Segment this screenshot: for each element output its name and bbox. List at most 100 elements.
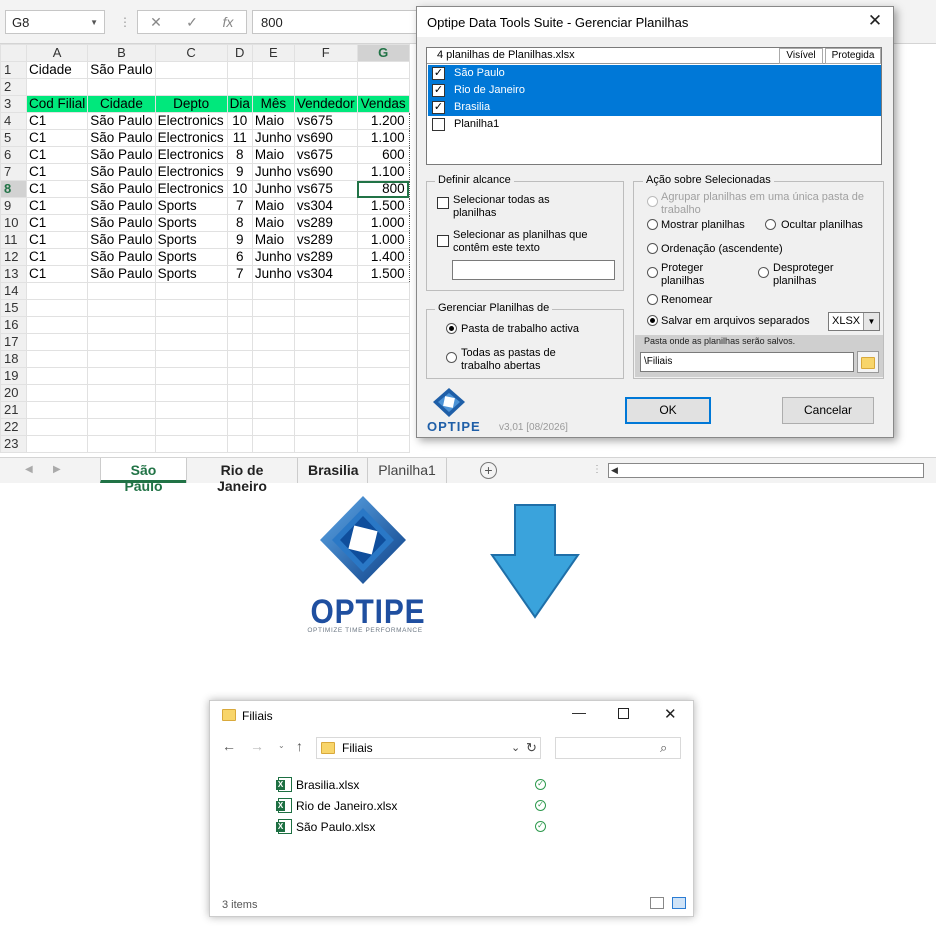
show-sheets-radio[interactable]: [647, 219, 658, 230]
formula-input[interactable]: 800: [252, 10, 422, 34]
grid-cell[interactable]: [226, 350, 253, 368]
grid-cell[interactable]: 10: [226, 180, 253, 198]
grid-cell[interactable]: São Paulo: [87, 129, 156, 147]
grid-cell[interactable]: Maio: [251, 231, 295, 249]
grid-cell[interactable]: [293, 333, 358, 351]
grid-cell[interactable]: [356, 299, 410, 317]
grid-cell[interactable]: [87, 401, 156, 419]
grid-cell[interactable]: [154, 350, 228, 368]
grid-cell[interactable]: São Paulo: [87, 163, 156, 181]
grid-cell[interactable]: 1.000: [356, 214, 410, 232]
grid-cell[interactable]: C1: [25, 146, 89, 164]
grid-cell[interactable]: Vendas: [356, 95, 410, 113]
grid-cell[interactable]: [226, 316, 253, 334]
grid-cell[interactable]: [356, 401, 410, 419]
grid-cell[interactable]: Dia: [226, 95, 253, 113]
forward-icon[interactable]: →: [250, 738, 264, 754]
grid-cell[interactable]: São Paulo: [87, 112, 156, 130]
grid-cell[interactable]: [293, 282, 358, 300]
row-header[interactable]: 23: [0, 435, 27, 453]
grid-cell[interactable]: [293, 299, 358, 317]
protect-radio[interactable]: [647, 267, 658, 278]
grid-cell[interactable]: [356, 333, 410, 351]
grid-cell[interactable]: Electronics: [154, 129, 228, 147]
chevron-down-icon[interactable]: ▼: [863, 313, 879, 330]
filter-text-input[interactable]: [452, 260, 615, 280]
row-header[interactable]: 10: [0, 214, 27, 232]
grid-cell[interactable]: [87, 418, 156, 436]
all-workbooks-radio[interactable]: [446, 352, 457, 363]
row-header[interactable]: 5: [0, 129, 27, 147]
grid-cell[interactable]: [356, 61, 410, 79]
minimize-icon[interactable]: —: [572, 704, 586, 720]
grid-cell[interactable]: [251, 350, 295, 368]
grid-cell[interactable]: [226, 282, 253, 300]
browse-folder-icon[interactable]: [857, 351, 879, 373]
grid-cell[interactable]: Cod Filial: [25, 95, 89, 113]
grid-cell[interactable]: [154, 78, 228, 96]
grid-cell[interactable]: [226, 333, 253, 351]
grid-cell[interactable]: [251, 61, 295, 79]
grid-cell[interactable]: C1: [25, 112, 89, 130]
grid-cell[interactable]: Vendedor: [293, 95, 358, 113]
grid-cell[interactable]: [87, 282, 156, 300]
grid-cell[interactable]: vs690: [293, 129, 358, 147]
grid-cell[interactable]: [226, 299, 253, 317]
grid-cell[interactable]: vs289: [293, 248, 358, 266]
grid-cell[interactable]: [251, 401, 295, 419]
grid-cell[interactable]: [251, 333, 295, 351]
grid-cell[interactable]: [25, 384, 89, 402]
add-sheet-icon[interactable]: +: [480, 462, 497, 479]
row-header[interactable]: 19: [0, 367, 27, 385]
grid-cell[interactable]: Junho: [251, 248, 295, 266]
grid-cell[interactable]: Cidade: [87, 95, 156, 113]
grid-cell[interactable]: [25, 78, 89, 96]
save-separate-radio[interactable]: [647, 315, 658, 326]
grid-cell[interactable]: 10: [226, 112, 253, 130]
grid-cell[interactable]: [293, 350, 358, 368]
grid-cell[interactable]: [25, 316, 89, 334]
grid-cell[interactable]: [226, 384, 253, 402]
grid-cell[interactable]: Mês: [251, 95, 295, 113]
active-workbook-radio[interactable]: [446, 323, 457, 334]
column-protected[interactable]: Protegida: [825, 48, 881, 64]
tab-prev-icon[interactable]: ◀: [25, 464, 33, 475]
grid-cell[interactable]: 800: [356, 180, 410, 198]
up-icon[interactable]: ↑: [296, 738, 303, 754]
row-header[interactable]: 17: [0, 333, 27, 351]
grid-cell[interactable]: [356, 78, 410, 96]
grid-cell[interactable]: 6: [226, 248, 253, 266]
grid-cell[interactable]: [154, 384, 228, 402]
row-header[interactable]: 6: [0, 146, 27, 164]
grid-cell[interactable]: [226, 435, 253, 453]
file-name[interactable]: Brasilia.xlsx: [296, 778, 359, 792]
grid-cell[interactable]: São Paulo: [87, 61, 156, 79]
grid-cell[interactable]: [154, 367, 228, 385]
grid-cell[interactable]: São Paulo: [87, 197, 156, 215]
grid-cell[interactable]: 600: [356, 146, 410, 164]
recent-chevron-icon[interactable]: ⌄: [278, 741, 285, 750]
grid-cell[interactable]: Junho: [251, 180, 295, 198]
grid-cell[interactable]: [356, 350, 410, 368]
grid-cell[interactable]: [25, 367, 89, 385]
row-header[interactable]: 15: [0, 299, 27, 317]
grid-cell[interactable]: C1: [25, 197, 89, 215]
folder-path-input[interactable]: \Filiais: [640, 352, 854, 372]
row-header[interactable]: 1: [0, 61, 27, 79]
row-header[interactable]: 18: [0, 350, 27, 368]
row-header[interactable]: 16: [0, 316, 27, 334]
column-header[interactable]: F: [293, 44, 358, 62]
select-all-corner[interactable]: [0, 44, 27, 62]
grid-cell[interactable]: Sports: [154, 231, 228, 249]
grid-cell[interactable]: 7: [226, 197, 253, 215]
grid-cell[interactable]: 1.500: [356, 265, 410, 283]
grid-cell[interactable]: [25, 418, 89, 436]
grid-cell[interactable]: [356, 316, 410, 334]
hide-sheets-radio[interactable]: [765, 219, 776, 230]
select-by-text-checkbox[interactable]: [437, 235, 449, 247]
grid-cell[interactable]: vs289: [293, 214, 358, 232]
grid-cell[interactable]: [154, 435, 228, 453]
unprotect-radio[interactable]: [758, 267, 769, 278]
grid-cell[interactable]: 11: [226, 129, 253, 147]
sheet-list-item[interactable]: ✓ São Paulo: [428, 65, 881, 82]
